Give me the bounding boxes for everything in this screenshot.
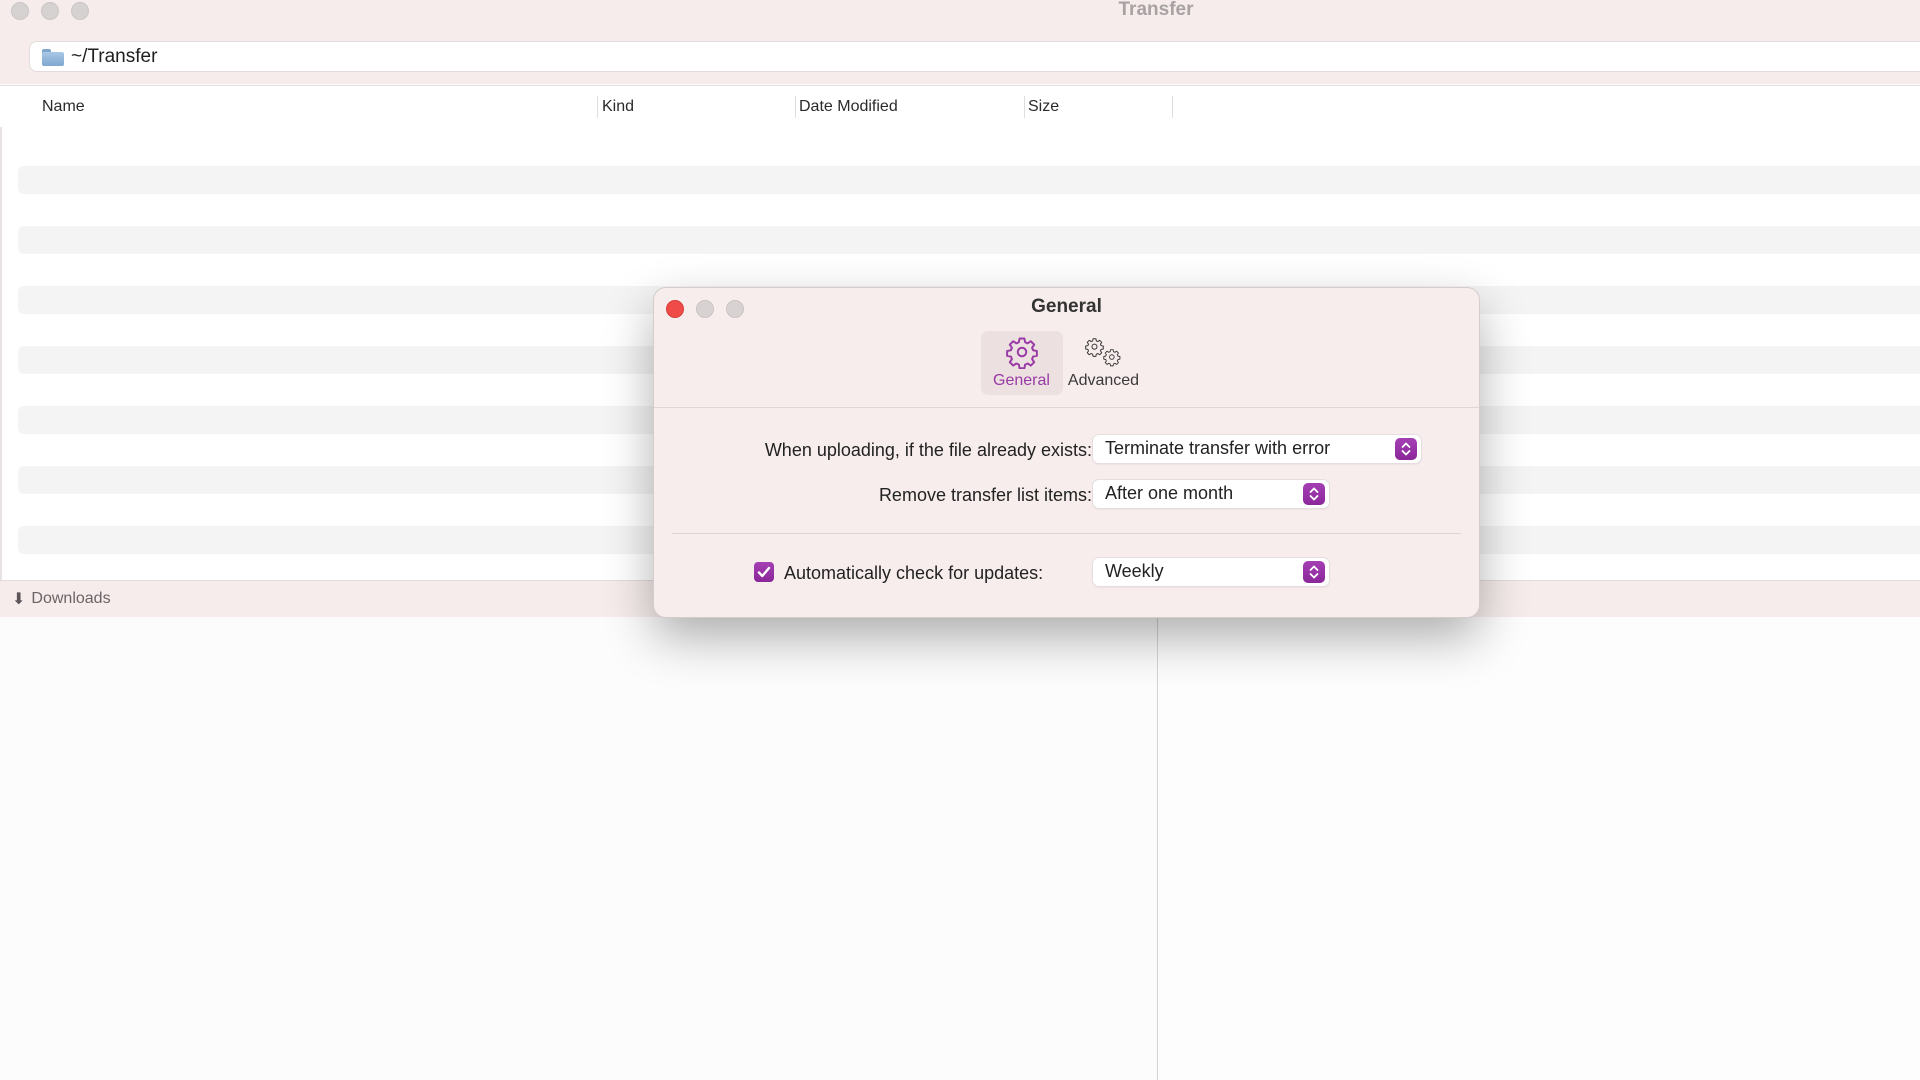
up-down-arrows-icon <box>1303 561 1325 583</box>
download-arrow-icon: ⬇ <box>12 591 26 608</box>
column-divider[interactable] <box>1172 96 1173 118</box>
path-bar[interactable]: ~/Transfer <box>30 42 1920 71</box>
tabbar-separator <box>654 407 1479 408</box>
preferences-dialog: General General Advanced When uploading,… <box>654 288 1479 617</box>
upload-exists-popup[interactable]: Terminate transfer with error <box>1093 435 1421 463</box>
tab-general[interactable]: General <box>980 331 1063 395</box>
file-list-header: Name Kind Date Modified Size <box>0 85 1920 128</box>
gear-icon <box>1005 337 1038 369</box>
upload-exists-label: When uploading, if the file already exis… <box>764 440 1092 460</box>
auto-update-label: Automatically check for updates: <box>784 563 1044 583</box>
column-divider[interactable] <box>597 96 598 118</box>
upload-exists-value: Terminate transfer with error <box>1105 438 1331 458</box>
column-header-kind[interactable]: Kind <box>602 86 634 127</box>
preferences-tabbar: General Advanced <box>654 331 1479 395</box>
remove-items-label: Remove transfer list items: <box>878 485 1092 505</box>
folder-icon <box>42 48 64 66</box>
auto-update-popup[interactable]: Weekly <box>1093 558 1329 586</box>
tab-general-label: General <box>993 372 1050 389</box>
path-text: ~/Transfer <box>71 45 158 67</box>
downloads-list-pane[interactable] <box>0 617 1157 1080</box>
up-down-arrows-icon <box>1395 438 1417 460</box>
dialog-title: General <box>1031 296 1102 317</box>
remove-items-popup[interactable]: After one month <box>1093 480 1329 508</box>
column-header-size[interactable]: Size <box>1028 86 1059 127</box>
list-row-stripe <box>18 226 1920 254</box>
column-divider[interactable] <box>1024 96 1025 118</box>
downloads-detail-pane[interactable] <box>1158 617 1920 1080</box>
list-row-stripe <box>18 166 1920 194</box>
tab-advanced-label: Advanced <box>1067 372 1140 389</box>
remove-items-value: After one month <box>1105 483 1234 503</box>
column-header-date-modified[interactable]: Date Modified <box>799 86 898 127</box>
auto-update-checkbox[interactable] <box>754 562 774 582</box>
window-title: Transfer <box>1118 0 1194 20</box>
tab-advanced[interactable]: Advanced <box>1063 331 1145 395</box>
downloads-label: Downloads <box>31 590 111 607</box>
column-divider[interactable] <box>795 96 796 118</box>
checkmark-icon <box>757 566 771 578</box>
up-down-arrows-icon <box>1303 483 1325 505</box>
gears-icon <box>1084 338 1120 367</box>
section-divider <box>672 533 1461 534</box>
column-header-name[interactable]: Name <box>42 86 85 127</box>
main-window-titlebar: Transfer ~/Transfer <box>0 0 1920 84</box>
auto-update-value: Weekly <box>1105 561 1164 581</box>
